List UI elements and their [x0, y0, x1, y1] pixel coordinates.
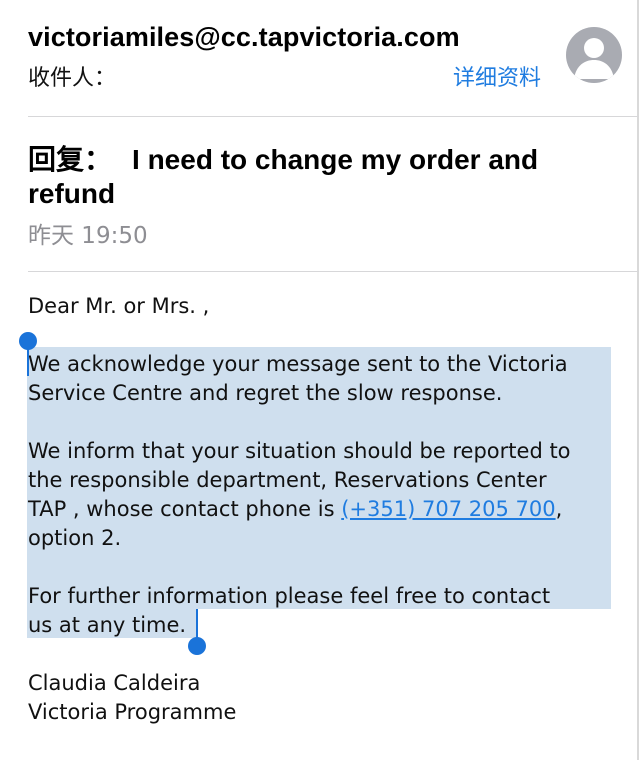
email-header: victoriamiles@cc.tapvictoria.com 收件人： 详细… — [0, 0, 639, 116]
body-line: Service Centre and regret the slow respo… — [28, 381, 503, 405]
recipients-label: 收件人： — [28, 66, 117, 91]
email-subject: 回复： I need to change my order and refund — [28, 143, 588, 211]
body-line: the responsible department, Reservations… — [28, 468, 547, 492]
signature-name: Claudia Caldeira — [28, 671, 201, 695]
subject-prefix: 回复： — [28, 144, 113, 175]
header-divider — [28, 116, 639, 117]
greeting: Dear Mr. or Mrs. , — [28, 294, 210, 318]
email-date: 昨天 19:50 — [28, 223, 148, 249]
selection-start-handle[interactable] — [19, 332, 37, 350]
sender-address[interactable]: victoriamiles@cc.tapvictoria.com — [28, 22, 460, 53]
subject-divider — [28, 271, 639, 272]
body-line: For further information please feel free… — [28, 584, 551, 608]
body-line: We acknowledge your message sent to the … — [28, 352, 568, 376]
signature-org: Victoria Programme — [28, 700, 237, 724]
details-link[interactable]: 详细资料 — [453, 60, 541, 92]
body-line: us at any time. — [28, 613, 187, 637]
person-silhouette-icon — [574, 38, 614, 79]
selection-end-handle[interactable] — [188, 637, 206, 655]
phone-link[interactable]: (+351) 707 205 700 — [341, 497, 555, 521]
body-line: We inform that your situation should be … — [28, 439, 571, 463]
person-avatar-icon[interactable] — [566, 27, 622, 83]
body-line-text: TAP , whose contact phone is — [28, 497, 342, 521]
body-line-text: , — [555, 497, 563, 521]
body-line: option 2. — [28, 526, 122, 550]
body-line: TAP , whose contact phone is (+351) 707 … — [28, 495, 618, 524]
